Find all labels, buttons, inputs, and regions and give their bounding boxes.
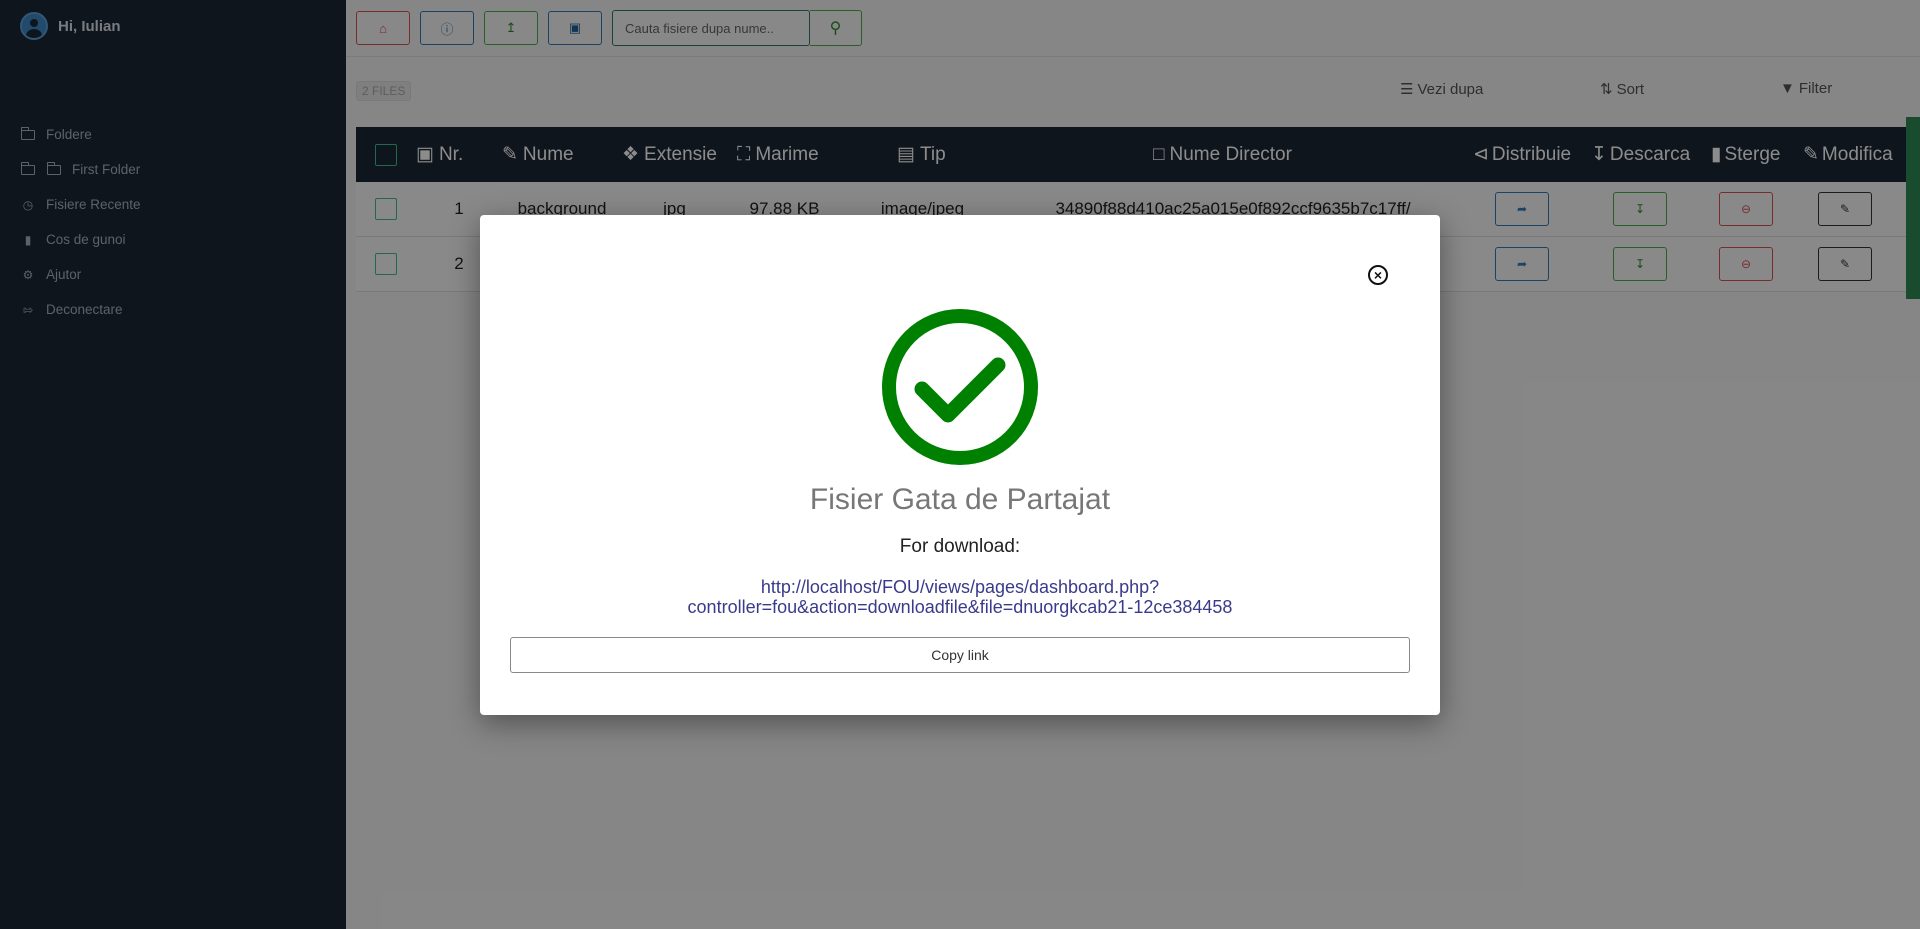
close-icon[interactable]: ×: [1368, 265, 1388, 285]
share-modal: × Fisier Gata de Partajat For download: …: [480, 215, 1440, 715]
download-link[interactable]: http://localhost/FOU/views/pages/dashboa…: [480, 577, 1440, 617]
modal-backdrop[interactable]: × Fisier Gata de Partajat For download: …: [0, 0, 1920, 929]
copy-link-button[interactable]: Copy link: [510, 637, 1410, 673]
modal-title: Fisier Gata de Partajat: [809, 483, 1111, 516]
download-link-line1: http://localhost/FOU/views/pages/dashboa…: [760, 577, 1160, 597]
success-check-icon: [882, 309, 1038, 465]
modal-subtitle: For download:: [899, 536, 1021, 557]
download-link-line2: controller=fou&action=downloadfile&file=…: [687, 597, 1233, 617]
